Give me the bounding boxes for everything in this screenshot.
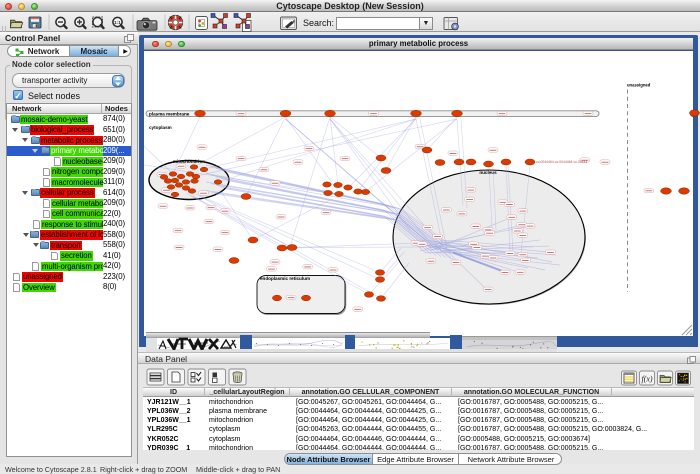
svg-text:f(x): f(x) <box>641 375 652 384</box>
svg-text:co.0044464 co.0044464 co.00444: co.0044464 co.0044464 co.00444 <box>536 160 587 164</box>
svg-text:unassigned: unassigned <box>627 82 651 87</box>
svg-text:plasma membrane: plasma membrane <box>149 111 190 116</box>
svg-text:nucleus: nucleus <box>479 170 497 175</box>
svg-text:cytoplasm: cytoplasm <box>149 125 172 130</box>
svg-text:1:1: 1:1 <box>114 20 121 25</box>
svg-text:mitochondrion: mitochondrion <box>173 159 205 164</box>
svg-text:endoplasmic reticulum: endoplasmic reticulum <box>260 276 310 281</box>
